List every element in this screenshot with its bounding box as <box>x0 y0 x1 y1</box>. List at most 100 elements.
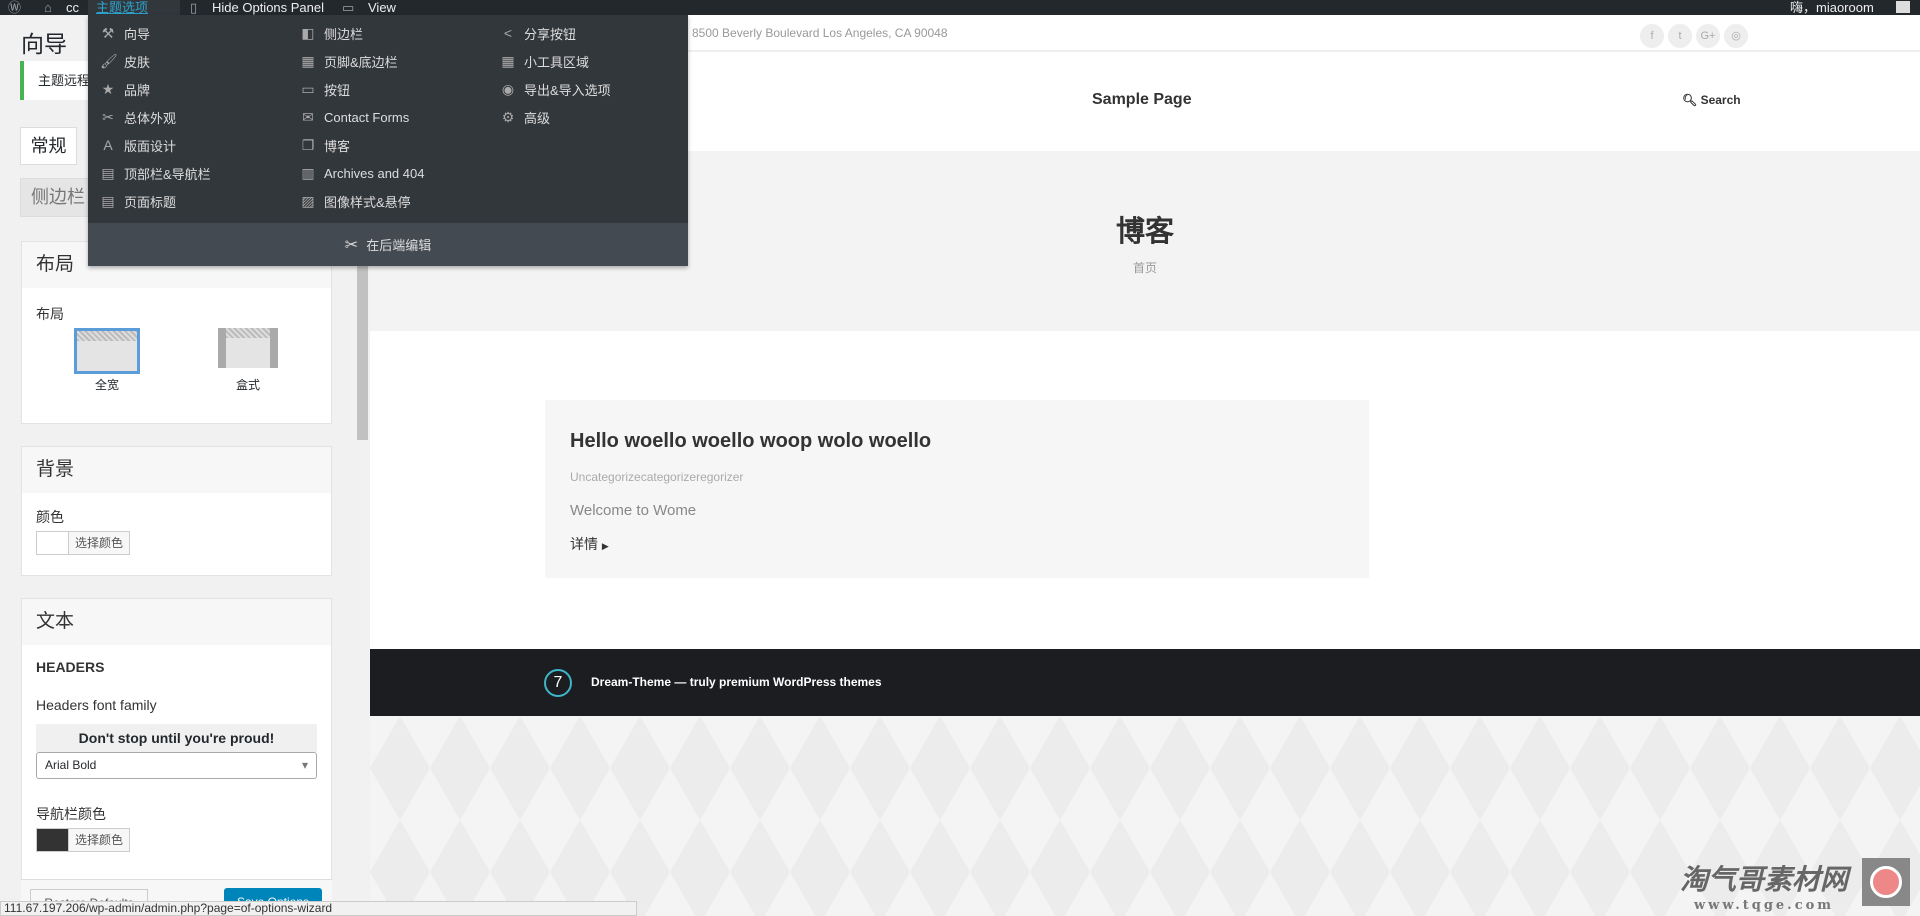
blog-icon: ❐ <box>301 136 315 153</box>
read-more-link[interactable]: 详情 ▶ <box>570 534 609 554</box>
admin-bar: Ⓦ ⌂ cc 主题选项 ▯ Hide Options Panel ▭ View … <box>0 0 1920 15</box>
page-title-icon: ▤ <box>101 192 115 209</box>
share-icon: < <box>503 25 513 41</box>
layout-boxed-option[interactable] <box>218 328 278 368</box>
section-heading: HEADERS <box>36 659 105 675</box>
footer-text[interactable]: Dream-Theme — truly premium WordPress th… <box>591 675 882 689</box>
caret-right-icon: ▶ <box>601 541 609 551</box>
menu-item-label: 皮肤 <box>124 54 151 70</box>
menu-item-label: 顶部栏&导航栏 <box>124 166 211 182</box>
font-family-label: Headers font family <box>36 697 157 713</box>
avatar[interactable] <box>1896 1 1910 13</box>
button-icon: ▭ <box>301 80 315 97</box>
sidebar-icon: ◧ <box>301 24 315 41</box>
menu-item-label: 小工具区域 <box>524 54 590 70</box>
menu-item[interactable]: ✉ Contact Forms <box>300 107 409 127</box>
menu-item[interactable]: ▤ 页面标题 <box>100 191 176 211</box>
panel-icon: ▯ <box>190 0 198 15</box>
chevron-down-icon: ▾ <box>301 758 308 772</box>
menu-item[interactable]: ❐ 博客 <box>300 135 350 155</box>
site-link[interactable]: cc <box>66 0 79 15</box>
menu-item-label: Archives and 404 <box>324 165 425 181</box>
layout-fullwidth-option[interactable] <box>74 328 140 374</box>
menu-item-label: 页脚&底边栏 <box>324 54 398 70</box>
home-icon: ⌂ <box>44 0 52 15</box>
google-plus-icon[interactable]: G+ <box>1696 24 1720 48</box>
status-bar-url: 111.67.197.206/wp-admin/admin.php?page=o… <box>0 901 637 916</box>
menu-item[interactable]: < 分享按钮 <box>500 23 576 43</box>
font-icon: A <box>103 137 113 153</box>
background-box: 背景 颜色 选择颜色 <box>21 446 332 576</box>
background-color-picker[interactable]: 选择颜色 <box>36 531 131 555</box>
color-label: 颜色 <box>36 509 64 525</box>
text-box: 文本 HEADERS Headers font family Don't sto… <box>21 598 332 898</box>
wand-icon: ⚒ <box>101 24 115 41</box>
layout-boxed-label: 盒式 <box>235 378 260 392</box>
menu-item[interactable]: ▭ 按钮 <box>300 79 350 99</box>
widgets-icon: ▦ <box>501 52 515 69</box>
post-category[interactable]: Uncategorizecategorizeregorizer <box>570 470 743 484</box>
menu-item-label: 博客 <box>324 138 351 154</box>
twitter-icon[interactable]: t <box>1668 24 1692 48</box>
footer-logo: 7 <box>544 669 572 697</box>
site-footer: 7 Dream-Theme — truly premium WordPress … <box>370 649 1920 716</box>
menu-item[interactable]: ◉ 导出&导入选项 <box>500 79 611 99</box>
tools-icon: ✂ <box>344 236 359 254</box>
edit-in-backend-label: 在后端编辑 <box>366 238 432 253</box>
menu-item-label: 品牌 <box>124 82 151 98</box>
mail-icon: ✉ <box>302 108 314 125</box>
edit-in-backend-button[interactable]: ✂ 在后端编辑 <box>88 223 688 266</box>
theme-options-dropdown: ⚒ 向导 🖌 皮肤 ★ 品牌 ✂ 总体外观 A 版面设计 ▤ 顶部栏&导航栏 ▤ 页面标题 ◧ 侧边栏 ▦ 页脚&… <box>88 15 688 266</box>
menu-item[interactable]: ★ 品牌 <box>100 79 150 99</box>
menu-item-label: 侧边栏 <box>324 26 364 42</box>
header-icon: ▤ <box>101 164 115 181</box>
box-title: 文本 <box>22 599 331 645</box>
wordpress-logo-icon[interactable]: Ⓦ <box>8 0 21 15</box>
address: 8500 Beverly Boulevard Los Angeles, CA 9… <box>692 26 948 40</box>
nav-sample-page[interactable]: Sample Page <box>1092 91 1192 109</box>
facebook-icon[interactable]: f <box>1640 24 1664 48</box>
scrollbar-thumb[interactable] <box>357 245 368 440</box>
menu-item[interactable]: ▥ Archives and 404 <box>300 163 424 183</box>
watermark-logo <box>1862 858 1910 906</box>
menu-item[interactable]: ▦ 页脚&底边栏 <box>300 51 398 71</box>
tools-icon: ✂ <box>102 108 114 125</box>
hide-options-panel-link[interactable]: Hide Options Panel <box>212 0 324 15</box>
layout-fullwidth-label: 全宽 <box>94 378 119 392</box>
menu-item[interactable]: A 版面设计 <box>100 135 176 155</box>
menu-item[interactable]: ▨ 图像样式&悬停 <box>300 191 410 211</box>
search-icon: 🔍︎ <box>1682 93 1698 107</box>
menu-item-label: 分享按钮 <box>524 26 577 42</box>
menu-item-label: 按钮 <box>324 82 351 98</box>
nav-color-picker[interactable]: 选择颜色 <box>36 828 131 852</box>
menu-item-label: 高级 <box>524 110 551 126</box>
user-greeting[interactable]: 嗨，miaoroom <box>1790 0 1874 15</box>
watermark: 淘气哥素材网 www.tqge.com <box>1680 864 1849 913</box>
menu-item[interactable]: ◧ 侧边栏 <box>300 23 363 43</box>
layout-label: 布局 <box>36 306 64 322</box>
post-excerpt: Welcome to Wome <box>570 502 697 519</box>
nav-color-label: 导航栏颜色 <box>36 806 106 822</box>
menu-item[interactable]: ✂ 总体外观 <box>100 107 176 127</box>
menu-item[interactable]: 🖌 皮肤 <box>100 51 150 71</box>
menu-item[interactable]: ▤ 顶部栏&导航栏 <box>100 163 211 183</box>
post-title[interactable]: Hello woello woello woop wolo woello <box>570 430 931 453</box>
archive-icon: ▥ <box>301 164 315 181</box>
menu-item[interactable]: ⚒ 向导 <box>100 23 150 43</box>
menu-item[interactable]: ⚙ 高级 <box>500 107 550 127</box>
star-icon: ★ <box>101 80 115 97</box>
image-icon: ▨ <box>301 192 315 209</box>
font-preview: Don't stop until you're proud! <box>36 724 317 752</box>
view-link[interactable]: View <box>368 0 396 15</box>
box-title: 背景 <box>22 447 331 493</box>
menu-item-label: 版面设计 <box>124 138 177 154</box>
menu-item[interactable]: ▦ 小工具区域 <box>500 51 589 71</box>
menu-item-label: 总体外观 <box>124 110 177 126</box>
search-button[interactable]: 🔍︎ Search <box>1682 93 1741 107</box>
tab-general[interactable]: 常规 <box>20 127 77 165</box>
layout-box: 布局 布局 全宽 盒式 <box>21 241 332 424</box>
dribbble-icon[interactable]: ◎ <box>1724 24 1748 48</box>
import-export-icon: ◉ <box>501 80 515 97</box>
theme-options-link[interactable]: 主题选项 <box>96 0 148 15</box>
font-select[interactable]: Arial Bold ▾ <box>36 752 317 779</box>
